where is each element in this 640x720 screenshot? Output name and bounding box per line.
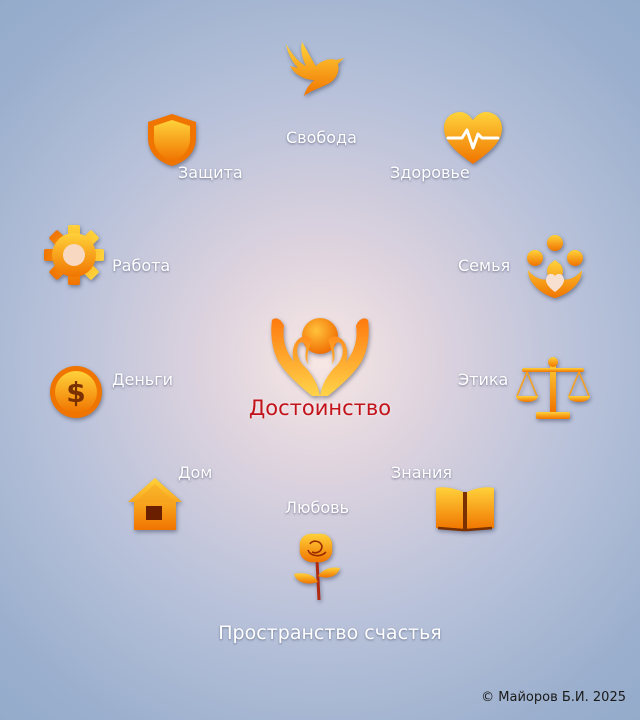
- dove-icon: [282, 40, 346, 98]
- copyright-text: © Майоров Б.И. 2025: [481, 690, 626, 705]
- space-of-happiness-title: Пространство счастья: [218, 622, 442, 644]
- house-icon: [126, 476, 184, 532]
- family-icon: [524, 234, 586, 300]
- scales-icon: [514, 356, 592, 422]
- open-book-icon: [434, 484, 496, 532]
- label-work: Работа: [112, 256, 171, 275]
- rose-icon: [290, 530, 342, 602]
- label-protection: Защита: [178, 163, 243, 182]
- label-freedom: Свобода: [286, 128, 357, 147]
- label-home: Дом: [178, 463, 213, 482]
- label-money: Деньги: [112, 370, 174, 389]
- svg-text:$: $: [66, 376, 85, 409]
- label-love: Любовь: [285, 498, 350, 517]
- heart-pulse-icon: [442, 110, 504, 166]
- dollar-coin-icon: $: [48, 364, 104, 420]
- gear-icon: [42, 224, 106, 286]
- label-family: Семья: [458, 256, 511, 275]
- hands-sun-icon: [268, 312, 372, 398]
- label-ethics: Этика: [458, 370, 509, 389]
- label-knowledge: Знания: [391, 463, 453, 482]
- shield-icon: [144, 112, 200, 168]
- label-health: Здоровье: [390, 163, 470, 182]
